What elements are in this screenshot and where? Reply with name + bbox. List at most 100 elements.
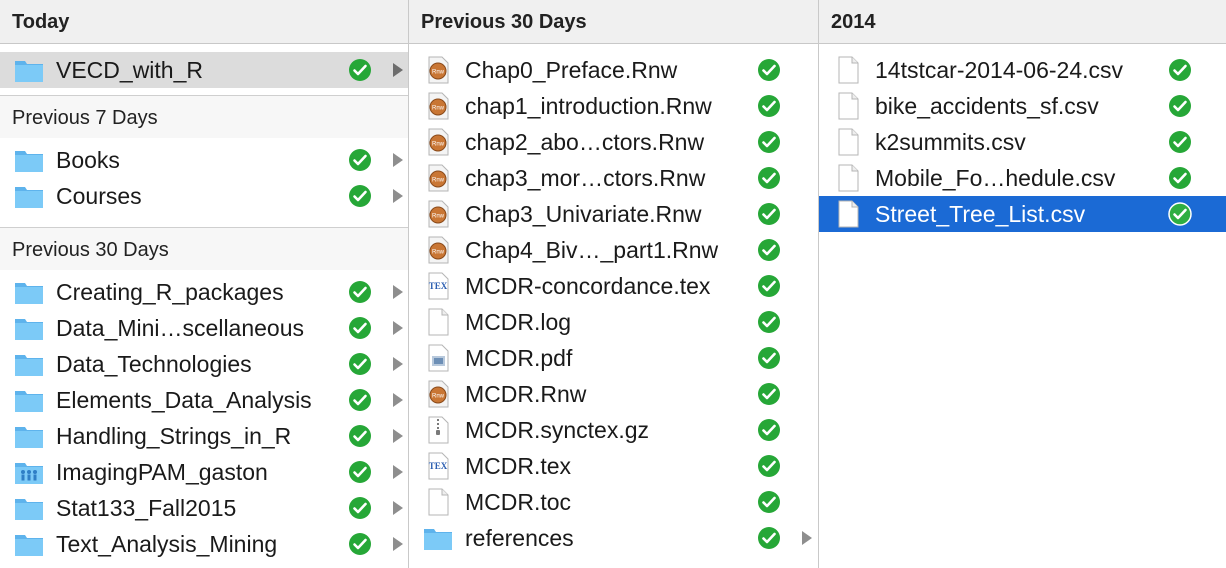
synced-check-icon	[757, 58, 781, 82]
item-label: Data_Mini…scellaneous	[56, 315, 305, 341]
file-row[interactable]: Rnw chap1_introduction.Rnw	[409, 88, 818, 124]
browser-column-1: Today Previous 7 Days Previous 30 Days V…	[0, 0, 408, 568]
synced-check-icon	[1168, 94, 1192, 118]
synced-check-icon	[757, 130, 781, 154]
item-label: Handling_Strings_in_R	[56, 423, 292, 449]
item-label: MCDR.pdf	[465, 345, 573, 371]
folder-icon	[14, 530, 44, 558]
disclosure-arrow-icon[interactable]	[393, 189, 403, 203]
blank-file-icon	[833, 128, 863, 156]
file-row[interactable]: 14tstcar-2014-06-24.csv	[819, 52, 1226, 88]
disclosure-arrow-icon[interactable]	[393, 153, 403, 167]
synced-check-icon	[348, 58, 372, 82]
folder-row[interactable]: Handling_Strings_in_R	[0, 418, 408, 454]
item-label: Street_Tree_List.csv	[875, 201, 1086, 227]
item-label: MCDR.tex	[465, 453, 572, 479]
folder-row[interactable]: Data_Technologies	[0, 346, 408, 382]
synced-check-icon	[757, 526, 781, 550]
section-header-previous-7-days: Previous 7 Days	[0, 95, 408, 138]
folder-row[interactable]: references	[409, 520, 818, 556]
folder-row[interactable]: Data_Mini…scellaneous	[0, 310, 408, 346]
file-row[interactable]: MCDR.pdf	[409, 340, 818, 376]
item-label: MCDR.Rnw	[465, 381, 587, 407]
folder-icon	[423, 524, 453, 552]
item-label: chap2_abo…ctors.Rnw	[465, 129, 705, 155]
disclosure-arrow-icon[interactable]	[393, 63, 403, 77]
item-label: Chap3_Univariate.Rnw	[465, 201, 702, 227]
synced-check-icon	[757, 166, 781, 190]
item-label: Elements_Data_Analysis	[56, 387, 312, 413]
rnw-file-icon: Rnw	[423, 236, 453, 264]
file-row[interactable]: Street_Tree_List.csv	[819, 196, 1226, 232]
disclosure-arrow-icon[interactable]	[393, 465, 403, 479]
disclosure-arrow-icon[interactable]	[393, 429, 403, 443]
synced-check-icon	[348, 316, 372, 340]
disclosure-arrow-icon[interactable]	[393, 537, 403, 551]
folder-icon	[14, 314, 44, 342]
item-label: VECD_with_R	[56, 57, 203, 83]
item-label: Creating_R_packages	[56, 279, 284, 305]
file-row[interactable]: Rnw chap3_mor…ctors.Rnw	[409, 160, 818, 196]
rnw-file-icon: Rnw	[423, 200, 453, 228]
item-label: Data_Technologies	[56, 351, 252, 377]
svg-text:Rnw: Rnw	[432, 106, 445, 112]
file-row[interactable]: TEX MCDR-concordance.tex	[409, 268, 818, 304]
item-label: chap3_mor…ctors.Rnw	[465, 165, 706, 191]
column-header-today: Today	[0, 0, 408, 44]
item-label: MCDR-concordance.tex	[465, 273, 711, 299]
item-label: Mobile_Fo…hedule.csv	[875, 165, 1116, 191]
synced-check-icon	[757, 310, 781, 334]
browser-column-2: Previous 30 Days Rnw Chap0_Preface.Rnw Rnw…	[409, 0, 818, 568]
file-row[interactable]: Rnw Chap4_Biv…_part1.Rnw	[409, 232, 818, 268]
file-row[interactable]: bike_accidents_sf.csv	[819, 88, 1226, 124]
disclosure-arrow-icon[interactable]	[393, 321, 403, 335]
file-row[interactable]: MCDR.log	[409, 304, 818, 340]
synced-check-icon	[757, 238, 781, 262]
disclosure-arrow-icon[interactable]	[393, 393, 403, 407]
blank-file-icon	[833, 200, 863, 228]
file-row[interactable]: Rnw MCDR.Rnw	[409, 376, 818, 412]
item-label: Stat133_Fall2015	[56, 495, 237, 521]
item-label: bike_accidents_sf.csv	[875, 93, 1099, 119]
file-row[interactable]: Rnw Chap0_Preface.Rnw	[409, 52, 818, 88]
item-label: Text_Analysis_Mining	[56, 531, 278, 557]
svg-text:Rnw: Rnw	[432, 178, 445, 184]
item-label: references	[465, 525, 574, 551]
synced-check-icon	[348, 424, 372, 448]
synced-check-icon	[1168, 166, 1192, 190]
folder-row[interactable]: Elements_Data_Analysis	[0, 382, 408, 418]
synced-check-icon	[757, 274, 781, 298]
file-row[interactable]: MCDR.synctex.gz	[409, 412, 818, 448]
file-row[interactable]: MCDR.toc	[409, 484, 818, 520]
svg-text:Rnw: Rnw	[432, 70, 445, 76]
synced-check-icon	[348, 532, 372, 556]
folder-row[interactable]: Books	[0, 142, 408, 178]
svg-text:Rnw: Rnw	[432, 214, 445, 220]
file-row[interactable]: TEX MCDR.tex	[409, 448, 818, 484]
disclosure-arrow-icon[interactable]	[393, 357, 403, 371]
file-row[interactable]: Rnw chap2_abo…ctors.Rnw	[409, 124, 818, 160]
folder-row[interactable]: Text_Analysis_Mining	[0, 526, 408, 562]
folder-row[interactable]: Creating_R_packages	[0, 274, 408, 310]
folder-row[interactable]: ImagingPAM_gaston	[0, 454, 408, 490]
item-label: MCDR.synctex.gz	[465, 417, 650, 443]
tex-file-icon: TEX	[423, 452, 453, 480]
file-row[interactable]: Rnw Chap3_Univariate.Rnw	[409, 196, 818, 232]
rnw-file-icon: Rnw	[423, 380, 453, 408]
disclosure-arrow-icon[interactable]	[393, 501, 403, 515]
svg-text:Rnw: Rnw	[432, 250, 445, 256]
archive-file-icon	[423, 416, 453, 444]
synced-check-icon	[757, 418, 781, 442]
file-row[interactable]: k2summits.csv	[819, 124, 1226, 160]
synced-check-icon	[757, 490, 781, 514]
svg-text:TEX: TEX	[429, 461, 448, 471]
folder-row[interactable]: Courses	[0, 178, 408, 214]
disclosure-arrow-icon[interactable]	[802, 531, 812, 545]
browser-column-3: 2014 14tstcar-2014-06-24.csv bike_acciden…	[819, 0, 1226, 568]
item-label: MCDR.log	[465, 309, 572, 335]
folder-row[interactable]: Stat133_Fall2015	[0, 490, 408, 526]
folder-row[interactable]: VECD_with_R	[0, 52, 408, 88]
disclosure-arrow-icon[interactable]	[393, 285, 403, 299]
item-label: MCDR.toc	[465, 489, 572, 515]
file-row[interactable]: Mobile_Fo…hedule.csv	[819, 160, 1226, 196]
